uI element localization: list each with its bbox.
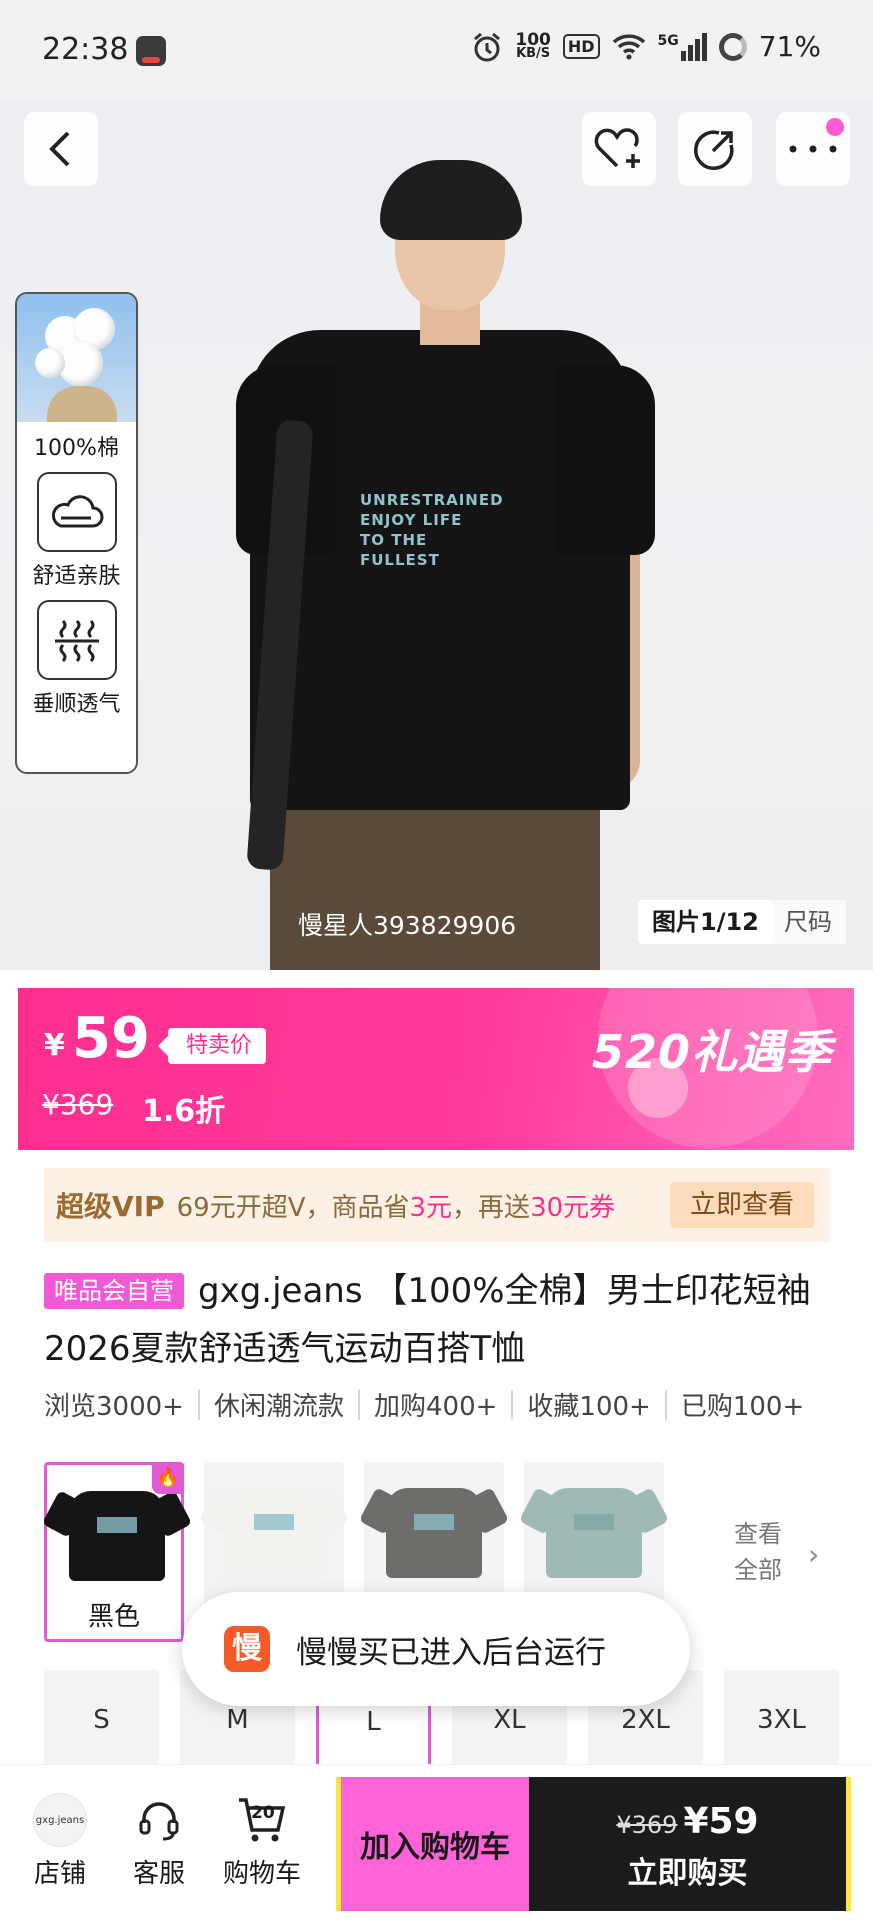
- feature-label-cotton: 100%棉: [34, 436, 119, 461]
- background-running-toast: 慢 慢慢买已进入后台运行: [182, 1592, 690, 1706]
- self-operated-tag: 唯品会自营: [44, 1273, 184, 1309]
- shop-label: 店铺: [33, 1859, 86, 1889]
- vip-view-button[interactable]: 立即查看: [669, 1182, 814, 1228]
- size-option-3xl[interactable]: 3XL: [724, 1670, 839, 1770]
- chevron-left-icon: [49, 131, 70, 167]
- model-image-hair: [380, 160, 522, 240]
- model-image-pants: [270, 800, 600, 970]
- back-button[interactable]: [24, 112, 98, 186]
- buy-now-button[interactable]: ¥369 ¥59 立即购买: [529, 1777, 851, 1911]
- net-speed-unit: KB/S: [516, 45, 551, 61]
- cart-label: 购物车: [222, 1859, 301, 1889]
- shirt-print-line: UNRESTRAINED: [360, 491, 504, 509]
- tshirt-thumbnail: [386, 1488, 482, 1578]
- cart-icon: 20: [235, 1793, 289, 1847]
- wifi-icon: [612, 33, 645, 59]
- buy-original-price: ¥369: [616, 1811, 678, 1839]
- swatch-image: [536, 1474, 652, 1592]
- size-option-s[interactable]: S: [44, 1670, 159, 1770]
- feature-panel[interactable]: 100%棉 舒适亲肤 垂顺透气: [15, 292, 138, 774]
- swatch-color-name: 黑色: [87, 1602, 140, 1632]
- cotton-image: [17, 294, 136, 422]
- tshirt-thumbnail: [226, 1488, 322, 1578]
- image-counter[interactable]: 图片1/12: [638, 900, 773, 944]
- product-image-carousel[interactable]: UNRESTRAINED ENJOY LIFE TO THE FULLEST 1…: [0, 100, 873, 970]
- cart-nav-button[interactable]: 20 购物车: [216, 1793, 308, 1890]
- product-detail-page: 22:38 100 KB/S HD 5G 71% UNRESTRAINED EN…: [0, 0, 873, 1920]
- toast-message: 慢慢买已进入后台运行: [296, 1634, 606, 1671]
- share-button[interactable]: [678, 112, 752, 186]
- tshirt-thumbnail: [69, 1491, 165, 1581]
- shirt-print-line: TO THE FULLEST: [360, 531, 440, 569]
- buy-price: ¥369 ¥59: [529, 1801, 846, 1842]
- vip-text-highlight: 30元券: [530, 1192, 616, 1223]
- douyin-app-icon: [136, 36, 166, 66]
- season-promo-label: 520礼遇季: [591, 1025, 832, 1079]
- manmanmai-app-icon: 慢: [224, 1626, 270, 1672]
- product-stats: 浏览3000+ 休闲潮流款 加购400+ 收藏100+ 已购100+: [44, 1386, 804, 1423]
- battery-ring-icon: [718, 32, 747, 61]
- status-icons: 100 KB/S HD 5G 71%: [471, 30, 821, 63]
- shirt-print-graphic: UNRESTRAINED ENJOY LIFE TO THE FULLEST: [360, 490, 504, 570]
- network-type: 5G: [657, 32, 679, 49]
- headset-icon: [132, 1793, 186, 1847]
- chevron-right-icon: ›: [808, 1538, 820, 1571]
- hd-badge: HD: [562, 34, 600, 59]
- stat-favorites: 收藏100+: [527, 1392, 651, 1422]
- vip-promo-text: 69元开超V，商品省3元，再送30元券: [177, 1187, 616, 1224]
- vip-text-highlight: 3元: [409, 1192, 453, 1223]
- swatch-image: [216, 1474, 332, 1592]
- stat-purchased: 已购100+: [680, 1392, 805, 1422]
- vip-promo-row[interactable]: 超级VIP 69元开超V，商品省3元，再送30元券 立即查看: [44, 1168, 830, 1242]
- watermark-text: 慢星人393829906: [298, 911, 517, 940]
- see-all-colors-link[interactable]: 查看全部: [734, 1516, 794, 1588]
- sale-price-tag: 特卖价: [157, 1028, 267, 1064]
- vip-text-part: ，再送: [452, 1192, 531, 1223]
- heart-plus-icon: [594, 128, 640, 168]
- service-label: 客服: [132, 1859, 185, 1889]
- more-dots-icon: [789, 145, 837, 153]
- shop-logo-icon: gxg.jeans: [33, 1793, 87, 1847]
- price-banner: ¥ 59 特卖价 ¥369 1.6折 520礼遇季: [18, 988, 854, 1150]
- cart-count: 20: [251, 1803, 275, 1823]
- steam-icon: [36, 600, 117, 680]
- stat-added-to-cart: 加购400+: [373, 1392, 498, 1422]
- bottom-action-bar: gxg.jeans 店铺 客服 20 购物车 加入购物车 ¥369 ¥59 立即购…: [0, 1764, 873, 1920]
- battery-level: 71%: [758, 30, 821, 63]
- feature-label-breathable: 垂顺透气: [32, 692, 121, 717]
- model-image-sleeve: [555, 365, 655, 555]
- vip-badge: 超级VIP: [56, 1190, 165, 1223]
- product-title: 唯品会自营 gxg.jeans 【100%全棉】男士印花短袖2026夏款舒适透气运…: [44, 1262, 834, 1378]
- favorite-button[interactable]: [582, 112, 656, 186]
- more-button[interactable]: [776, 112, 850, 186]
- current-price: 59: [72, 1006, 150, 1071]
- buy-current-price: ¥59: [683, 1801, 759, 1842]
- vip-text-part: 69元开超V，商品省: [176, 1192, 410, 1223]
- tshirt-thumbnail: [546, 1488, 642, 1578]
- original-price: ¥369: [42, 1088, 114, 1121]
- cloud-icon: [36, 472, 117, 552]
- swatch-image: [59, 1477, 175, 1595]
- status-bar: 22:38 100 KB/S HD 5G 71%: [0, 0, 873, 100]
- notification-dot: [826, 118, 844, 136]
- hot-flame-icon: 🔥: [152, 1462, 184, 1494]
- shop-nav-button[interactable]: gxg.jeans 店铺: [20, 1793, 100, 1890]
- feature-label-comfort: 舒适亲肤: [32, 564, 121, 589]
- net-speed: 100 KB/S: [515, 31, 551, 61]
- size-chart-tab[interactable]: 尺码: [770, 900, 846, 944]
- price-currency: ¥: [44, 1028, 65, 1063]
- color-swatch-black[interactable]: 黑色 🔥: [44, 1462, 184, 1642]
- customer-service-button[interactable]: 客服: [119, 1793, 199, 1890]
- signal-indicator: 5G: [657, 32, 707, 61]
- alarm-icon: [474, 32, 501, 61]
- stat-views: 浏览3000+: [44, 1392, 184, 1422]
- share-icon: [694, 130, 734, 170]
- shirt-print-line: ENJOY LIFE: [360, 511, 463, 529]
- swatch-image: [376, 1474, 492, 1592]
- stat-style: 休闲潮流款: [213, 1392, 344, 1422]
- add-to-cart-button[interactable]: 加入购物车: [336, 1777, 529, 1911]
- status-time: 22:38: [42, 32, 129, 67]
- buy-now-label: 立即购买: [627, 1856, 748, 1891]
- discount-rate: 1.6折: [142, 1094, 226, 1129]
